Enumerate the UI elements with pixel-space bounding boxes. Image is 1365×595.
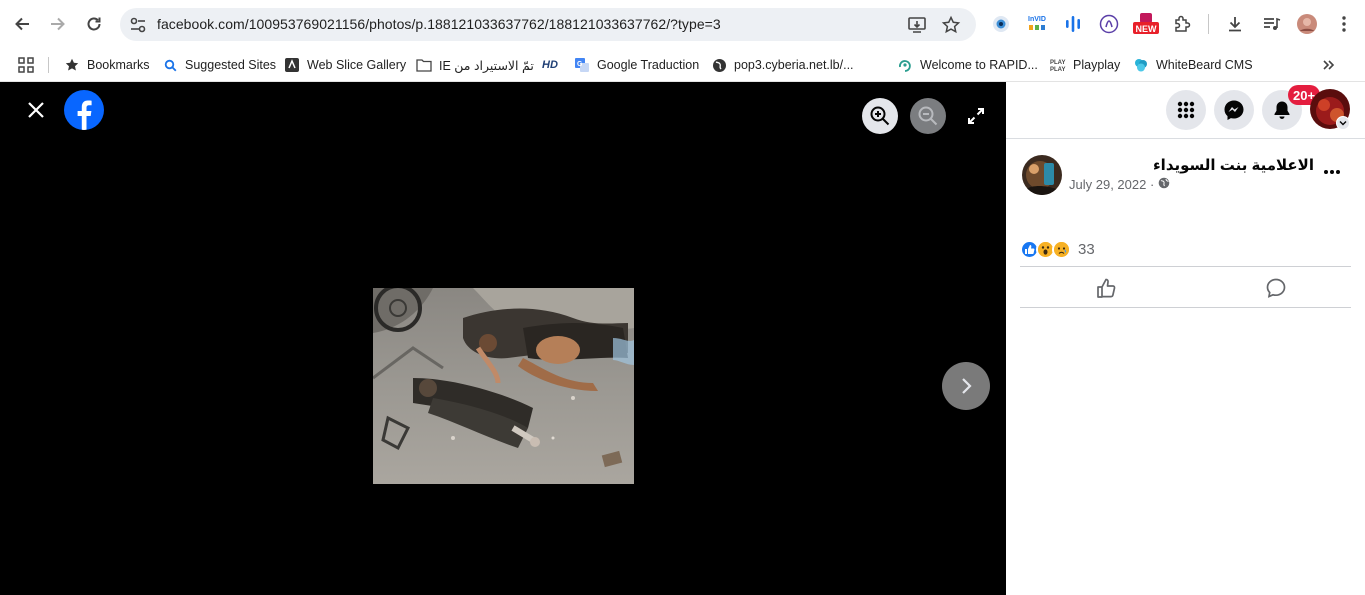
- rapid-icon: [897, 57, 913, 73]
- site-settings-icon[interactable]: [128, 15, 148, 35]
- media-controls-icon[interactable]: [1259, 12, 1283, 36]
- facebook-logo[interactable]: [64, 90, 104, 130]
- comment-button[interactable]: [1263, 275, 1289, 301]
- bookmark-suggested-sites[interactable]: Suggested Sites: [162, 53, 276, 77]
- bookmark-pop3-cyberia[interactable]: pop3.cyberia.net.lb/...: [711, 53, 854, 77]
- bookmark-welcome-rapid[interactable]: Welcome to RAPID...: [897, 53, 1038, 77]
- search-icon: [162, 57, 178, 73]
- browser-toolbar: facebook.com/100953769021156/photos/p.18…: [0, 0, 1365, 48]
- bookmark-playplay[interactable]: PLAY PLAY Playplay: [1050, 53, 1120, 77]
- bookmark-label: pop3.cyberia.net.lb/...: [734, 58, 854, 72]
- facebook-topbar: 20+: [1006, 82, 1365, 139]
- bookmark-star-icon[interactable]: [940, 14, 962, 36]
- close-icon[interactable]: [20, 94, 52, 126]
- reload-icon[interactable]: [80, 10, 108, 38]
- bookmark-label: Welcome to RAPID...: [920, 58, 1038, 72]
- more-bookmarks-icon[interactable]: [1322, 53, 1336, 77]
- post-details-panel: 20+ الاعلامية بنت السويداء July 29, 2022…: [1006, 82, 1365, 595]
- new-badge-label: NEW: [1135, 24, 1157, 34]
- extension-shield-icon[interactable]: [1097, 12, 1121, 36]
- toolbar-divider: [1208, 14, 1209, 34]
- web-slice-icon: [284, 57, 300, 73]
- bookmark-label: Bookmarks: [87, 58, 150, 72]
- street-scene-photo: [373, 288, 634, 484]
- url-text[interactable]: facebook.com/100953769021156/photos/p.18…: [157, 16, 721, 32]
- more-options-icon[interactable]: [1319, 162, 1345, 182]
- like-button[interactable]: [1094, 275, 1120, 301]
- kebab-menu-icon[interactable]: [1332, 12, 1356, 36]
- bookmarks-bar: Bookmarks Suggested Sites Web Slice Gall…: [0, 48, 1365, 82]
- fullscreen-icon[interactable]: [958, 98, 994, 134]
- author-name[interactable]: الاعلامية بنت السويداء: [1153, 156, 1314, 174]
- next-photo-icon[interactable]: [942, 362, 990, 410]
- extension-eye-icon[interactable]: [989, 12, 1013, 36]
- sad-icon: [1052, 239, 1071, 259]
- zoom-in-icon[interactable]: [862, 98, 898, 134]
- bookmark-ie-import[interactable]: تمّ الاستيراد من IE: [416, 53, 534, 77]
- globe-icon: [711, 57, 727, 73]
- bookmark-label: Google Traduction: [597, 58, 700, 72]
- bookmark-label: Suggested Sites: [185, 58, 277, 72]
- bookmark-label: WhiteBeard CMS: [1156, 58, 1253, 72]
- svg-text:PLAY: PLAY: [1050, 67, 1065, 72]
- hd-icon: HD: [542, 59, 558, 71]
- post-action-bar: [1020, 266, 1351, 308]
- extension-new-badge-icon[interactable]: NEW: [1131, 12, 1161, 36]
- post-date[interactable]: July 29, 2022 ·: [1069, 177, 1154, 192]
- profile-avatar-icon[interactable]: [1295, 12, 1319, 36]
- invid-label: InVID: [1028, 16, 1046, 23]
- reaction-count: 33: [1078, 240, 1095, 258]
- folder-icon: [416, 57, 432, 73]
- bookmark-label: تمّ الاستيراد من IE: [439, 58, 534, 73]
- bookmark-whitebeard-cms[interactable]: WhiteBeard CMS: [1133, 53, 1253, 77]
- bookmark-web-slice-gallery[interactable]: Web Slice Gallery: [284, 53, 406, 77]
- zoom-out-icon[interactable]: [910, 98, 946, 134]
- address-bar[interactable]: facebook.com/100953769021156/photos/p.18…: [120, 8, 976, 41]
- extensions-icon[interactable]: [1170, 12, 1194, 36]
- extension-invid-icon[interactable]: InVID: [1025, 12, 1049, 36]
- messenger-icon[interactable]: [1214, 90, 1254, 130]
- bookmarks-divider: [48, 57, 49, 73]
- svg-text:PLAY: PLAY: [1050, 60, 1065, 66]
- playplay-icon: PLAY PLAY: [1050, 57, 1066, 73]
- author-avatar[interactable]: [1022, 155, 1062, 195]
- apps-icon[interactable]: [18, 53, 34, 77]
- bookmark-label: Web Slice Gallery: [307, 58, 407, 72]
- back-icon[interactable]: [8, 10, 36, 38]
- photo-viewer: [0, 82, 1006, 595]
- star-icon: [64, 57, 80, 73]
- chevron-down-icon[interactable]: [1336, 116, 1350, 130]
- extension-audio-icon[interactable]: [1061, 12, 1085, 36]
- download-icon[interactable]: [1223, 12, 1247, 36]
- bookmark-hd[interactable]: HD: [542, 53, 558, 77]
- menu-grid-icon[interactable]: [1166, 90, 1206, 130]
- post-meta: July 29, 2022 ·: [1069, 177, 1170, 192]
- bookmark-label: Playplay: [1073, 58, 1121, 72]
- reactions-summary[interactable]: 33: [1020, 238, 1095, 260]
- globe-icon: [1158, 177, 1170, 192]
- forward-icon[interactable]: [44, 10, 72, 38]
- translate-icon: G: [574, 57, 590, 73]
- bookmark-bookmarks[interactable]: Bookmarks: [64, 53, 150, 77]
- svg-text:G: G: [577, 61, 583, 68]
- whitebeard-icon: [1133, 57, 1149, 73]
- install-app-icon[interactable]: [906, 14, 928, 36]
- bookmark-google-traduction[interactable]: G Google Traduction: [574, 53, 699, 77]
